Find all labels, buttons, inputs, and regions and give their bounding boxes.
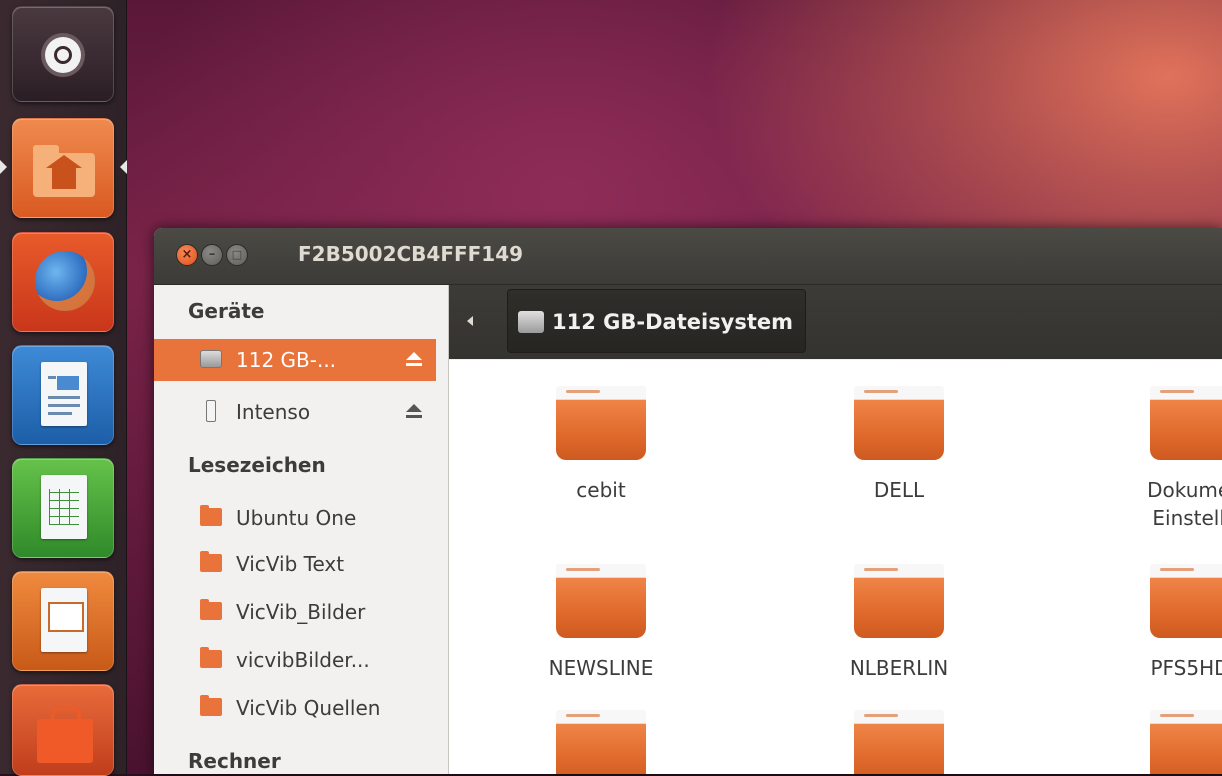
folder-icon bbox=[200, 647, 222, 668]
folder-icon bbox=[556, 386, 646, 460]
calc-icon bbox=[41, 475, 87, 539]
folder-icon bbox=[1150, 564, 1222, 638]
sidebar-item-112gb[interactable]: 112 GB-... bbox=[154, 339, 436, 381]
folder-icon bbox=[556, 710, 646, 774]
folder-icon bbox=[556, 564, 646, 638]
minimize-window-button[interactable]: – bbox=[201, 244, 223, 266]
file-manager-window: × – □ F2B5002CB4FFF149 Geräte 112 GB-...… bbox=[154, 228, 1222, 774]
hard-drive-icon bbox=[200, 350, 222, 368]
usb-drive-icon bbox=[206, 400, 216, 422]
impress-icon bbox=[41, 588, 87, 652]
computer-heading: Rechner bbox=[188, 749, 281, 773]
eject-icon[interactable] bbox=[406, 404, 422, 420]
folder-label: NLBERLIN bbox=[849, 656, 949, 680]
launcher-writer[interactable] bbox=[12, 345, 114, 445]
folder-icon bbox=[200, 695, 222, 716]
firefox-icon bbox=[35, 251, 95, 311]
location-toolbar: 112 GB-Dateisystem bbox=[449, 285, 1222, 359]
shopping-bag-icon bbox=[37, 707, 93, 763]
unity-launcher bbox=[0, 0, 127, 776]
running-indicator bbox=[0, 160, 7, 174]
folder-label: cebit bbox=[576, 478, 626, 502]
folder-icon bbox=[200, 505, 222, 526]
folder-icon bbox=[1150, 386, 1222, 460]
devices-heading: Geräte bbox=[188, 299, 265, 323]
ubuntu-logo-icon bbox=[45, 37, 81, 73]
folder-label: DokumenEinstellu bbox=[1147, 478, 1222, 530]
launcher-impress[interactable] bbox=[12, 571, 114, 671]
scroll-left-icon[interactable] bbox=[467, 316, 473, 326]
folder-label: NEWSLINE bbox=[548, 656, 654, 680]
launcher-software-center[interactable] bbox=[12, 684, 114, 776]
places-sidebar: Geräte 112 GB-... Intenso Lesezeichen Ub… bbox=[154, 285, 449, 774]
window-title: F2B5002CB4FFF149 bbox=[298, 242, 524, 266]
eject-icon[interactable] bbox=[406, 352, 422, 368]
focus-indicator bbox=[120, 160, 127, 174]
breadcrumb-button[interactable]: 112 GB-Dateisystem bbox=[507, 289, 807, 353]
sidebar-item-vicvib-text[interactable]: VicVib Text bbox=[154, 543, 436, 585]
breadcrumb-label: 112 GB-Dateisystem bbox=[552, 310, 794, 334]
folder-label: PFS5HD_ bbox=[1150, 656, 1222, 680]
folder-label: DELL bbox=[873, 478, 925, 502]
folder-icon bbox=[1150, 710, 1222, 774]
launcher-calc[interactable] bbox=[12, 458, 114, 558]
maximize-window-button[interactable]: □ bbox=[226, 244, 248, 266]
folder-icon bbox=[200, 599, 222, 620]
sidebar-item-vicvib-quellen[interactable]: VicVib Quellen bbox=[154, 687, 436, 729]
launcher-home-folder[interactable] bbox=[12, 118, 114, 218]
file-view: cebit DELL DokumenEinstellu NEWSLINE NLB… bbox=[449, 360, 1222, 774]
bookmarks-heading: Lesezeichen bbox=[188, 453, 326, 477]
launcher-firefox[interactable] bbox=[12, 232, 114, 332]
window-titlebar[interactable]: × – □ F2B5002CB4FFF149 bbox=[154, 228, 1222, 285]
close-window-button[interactable]: × bbox=[176, 244, 198, 266]
sidebar-item-vicvib-bilder[interactable]: VicVib_Bilder bbox=[154, 591, 436, 633]
house-icon bbox=[46, 155, 82, 189]
writer-icon bbox=[41, 362, 87, 426]
folder-icon bbox=[854, 710, 944, 774]
sidebar-item-vicvibbilder[interactable]: vicvibBilder... bbox=[154, 639, 436, 681]
dash-button[interactable] bbox=[12, 6, 114, 102]
folder-icon bbox=[854, 564, 944, 638]
hard-drive-icon bbox=[518, 311, 544, 333]
sidebar-item-intenso[interactable]: Intenso bbox=[154, 391, 436, 433]
folder-icon bbox=[200, 551, 222, 572]
folder-icon bbox=[854, 386, 944, 460]
sidebar-item-ubuntu-one[interactable]: Ubuntu One bbox=[154, 497, 436, 539]
